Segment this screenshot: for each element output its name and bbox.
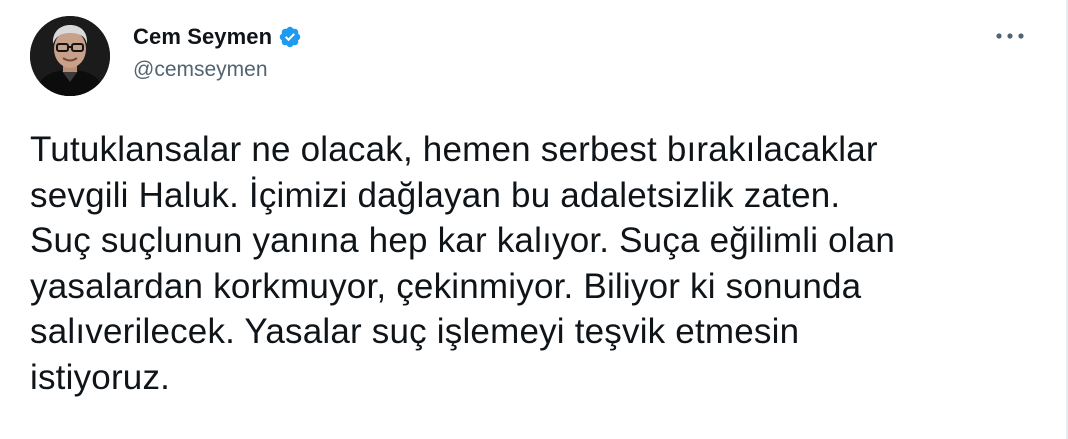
tweet-text-line: yasalardan korkmuyor, çekinmiyor. Biliyo… <box>30 266 862 306</box>
verified-badge-icon <box>278 25 302 49</box>
tweet-text-line: salıverilecek. Yasalar suç işlemeyi teşv… <box>30 312 800 352</box>
avatar-image <box>30 16 110 96</box>
tweet-text-line: Tutuklansalar ne olacak, hemen serbest b… <box>30 130 878 169</box>
tweet-text-line: Suç suçlunun yanına hep kar kalıyor. Suç… <box>30 221 896 261</box>
tweet-text-line: sevgili Haluk. İçimizi dağlayan bu adale… <box>30 175 841 215</box>
author-avatar[interactable] <box>30 16 110 96</box>
tweet-text: Tutuklansalar ne olacak, hemen serbest b… <box>30 127 1030 401</box>
tweet-card: Cem Seymen @cemseymen Tutuklansalar ne o… <box>0 0 1068 439</box>
author-name-row: Cem Seymen <box>133 22 302 52</box>
more-horizontal-icon <box>996 33 1024 39</box>
more-options-button[interactable] <box>992 22 1028 50</box>
author-display-name[interactable]: Cem Seymen <box>133 24 272 50</box>
tweet-text-line: istiyoruz. <box>30 357 171 397</box>
author-handle[interactable]: @cemseymen <box>133 58 268 82</box>
